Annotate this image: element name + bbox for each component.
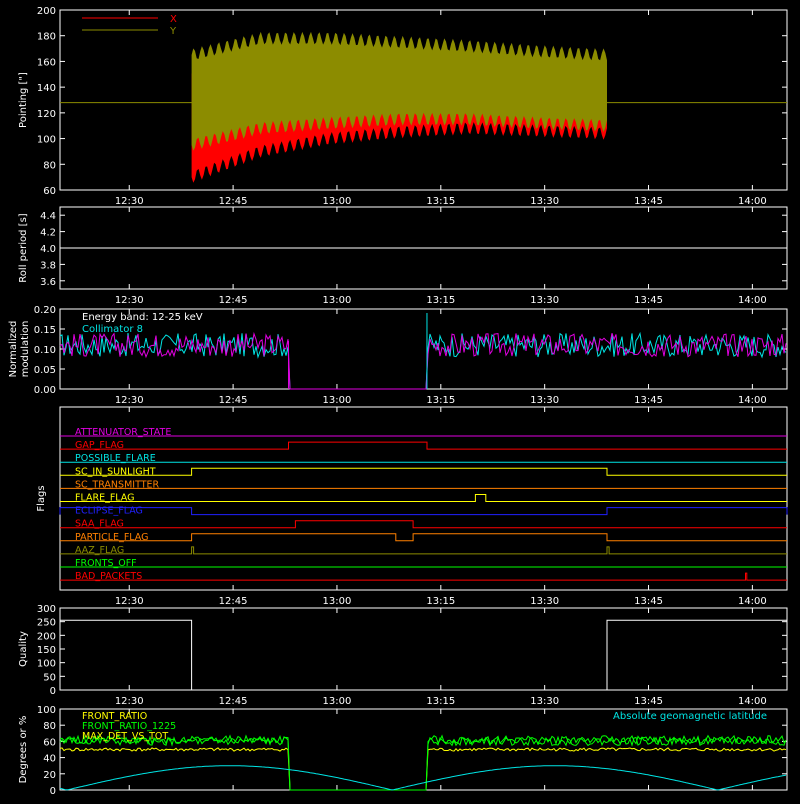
pointing-xtick-label-6: 14:00	[738, 196, 767, 207]
roll-xtick-label-0: 12:30	[115, 295, 144, 306]
pointing-ytick-label-4: 140	[37, 83, 56, 94]
degrees-series-front_ratio_1225	[59, 736, 787, 791]
modulation-ylabel-line2: modulation	[20, 321, 31, 378]
pointing-ytick-label-5: 160	[37, 57, 56, 68]
pointing-ytick-label-3: 120	[37, 109, 56, 120]
roll-ylabel: Roll period [s]	[18, 213, 29, 282]
pointing-xtick-label-2: 13:00	[323, 196, 352, 207]
degrees-ytick-label-5: 100	[37, 705, 56, 716]
flags-xtick-label-0: 12:30	[115, 596, 144, 607]
pointing-xtick-label-1: 12:45	[219, 196, 248, 207]
degrees-series-front_ratio	[59, 734, 787, 791]
modulation-xtick-label-0: 12:30	[115, 395, 144, 406]
modulation-ytick-label-0: 0.00	[34, 385, 56, 396]
flags-flag-line-11	[60, 572, 787, 581]
degrees-legend-2: MAX_DET_VS_TOT	[82, 731, 168, 742]
pointing-ytick-label-0: 60	[43, 186, 56, 197]
quality-ytick-label-0: 0	[50, 686, 56, 697]
pointing-xtick-label-4: 13:30	[530, 196, 559, 207]
flags-xtick-label-1: 12:45	[219, 596, 248, 607]
flags-flag-line-1	[60, 441, 787, 450]
roll-ytick-label-0: 3.6	[40, 277, 56, 288]
pointing-xtick-label-5: 13:45	[634, 196, 663, 207]
pointing-xtick-label-3: 13:15	[426, 196, 455, 207]
quality-ytick-label-6: 300	[37, 604, 56, 615]
degrees-series-max_det_vs_tot	[59, 747, 787, 791]
degrees-annotation: Absolute geomagnetic latitude	[613, 711, 767, 722]
quality-ytick-label-3: 150	[37, 645, 56, 656]
chart-svg: 12:30 12:45 13:00 13:15 13:30 13:45 14:00 60 80 1…	[8, 6, 788, 797]
roll-xtick-label-3: 13:15	[426, 295, 455, 306]
flags-xtick-label-4: 13:30	[530, 596, 559, 607]
flags-flag-line-8	[60, 533, 787, 542]
modulation-ytick-label-3: 0.15	[34, 325, 56, 336]
roll-ytick-label-2: 4.0	[40, 244, 56, 255]
modulation-annotation-1: Collimator 8	[82, 324, 143, 335]
flags-flag-line-6	[59, 507, 788, 516]
quality-series-line	[60, 619, 787, 691]
roll-ytick-label-4: 4.4	[40, 211, 56, 222]
modulation-series-1	[59, 331, 787, 390]
modulation-xtick-label-6: 14:00	[738, 395, 767, 406]
roll-xtick-label-6: 14:00	[738, 295, 767, 306]
degrees-series-latitude	[59, 765, 787, 791]
modulation-xtick-label-1: 12:45	[219, 395, 248, 406]
modulation-xtick-label-3: 13:15	[426, 395, 455, 406]
degrees-ylabel: Degrees or %	[18, 716, 29, 784]
degrees-ytick-label-3: 60	[43, 737, 56, 748]
modulation-ytick-label-1: 0.05	[34, 365, 56, 376]
flags-ylabel: Flags	[36, 485, 47, 511]
flags-xtick-label-3: 13:15	[426, 596, 455, 607]
modulation-ylabel-line1: Normalized	[8, 321, 19, 378]
quality-ylabel: Quality	[18, 631, 29, 667]
quality-xtick-label-3: 13:15	[426, 696, 455, 707]
degrees-ytick-label-2: 40	[43, 754, 56, 765]
degrees-ytick-label-0: 0	[50, 786, 56, 797]
roll-xtick-label-5: 13:45	[634, 295, 663, 306]
pointing-ytick-label-1: 80	[43, 160, 56, 171]
roll-ytick-label-3: 4.2	[40, 228, 56, 239]
flags-xtick-label-5: 13:45	[634, 596, 663, 607]
chart-figure: 12:30 12:45 13:00 13:15 13:30 13:45 14:00 60 80 1…	[0, 0, 800, 800]
modulation-xtick-label-5: 13:45	[634, 395, 663, 406]
quality-ytick-label-4: 200	[37, 631, 56, 642]
degrees-ytick-label-1: 20	[43, 770, 56, 781]
quality-xtick-label-2: 13:00	[323, 696, 352, 707]
modulation-xtick-label-2: 13:00	[323, 395, 352, 406]
roll-xtick-label-2: 13:00	[323, 295, 352, 306]
pointing-ytick-label-6: 180	[37, 32, 56, 43]
degrees-ytick-label-4: 80	[43, 721, 56, 732]
pointing-ylabel: Pointing ["]	[18, 72, 29, 128]
pointing-legend-label-0: X	[170, 14, 177, 25]
pointing-legend-label-1: Y	[169, 26, 177, 37]
roll-xtick-label-4: 13:30	[530, 295, 559, 306]
quality-xtick-label-4: 13:30	[530, 696, 559, 707]
flags-xtick-label-2: 13:00	[323, 596, 352, 607]
flags-flag-line-5	[60, 494, 787, 502]
modulation-xtick-label-4: 13:30	[530, 395, 559, 406]
pointing-xtick-label-0: 12:30	[115, 196, 144, 207]
quality-xtick-label-6: 14:00	[738, 696, 767, 707]
roll-ytick-label-1: 3.8	[40, 260, 56, 271]
roll-xtick-label-1: 12:45	[219, 295, 248, 306]
flags-flag-line-9	[60, 546, 787, 555]
flags-flag-line-3	[60, 467, 787, 476]
quality-ytick-label-1: 50	[43, 672, 56, 683]
modulation-ytick-label-2: 0.10	[34, 345, 56, 356]
quality-xtick-label-5: 13:45	[634, 696, 663, 707]
flags-flag-line-7	[60, 520, 787, 529]
flags-xtick-label-6: 14:00	[738, 596, 767, 607]
quality-xtick-label-1: 12:45	[219, 696, 248, 707]
modulation-series-0	[59, 331, 787, 390]
quality-ytick-label-2: 100	[37, 659, 56, 670]
modulation-annotation-0: Energy band: 12-25 keV	[82, 312, 203, 323]
pointing-ytick-label-7: 200	[37, 6, 56, 17]
modulation-ytick-label-4: 0.20	[34, 305, 56, 316]
pointing-ytick-label-2: 100	[37, 135, 56, 146]
quality-ytick-label-5: 250	[37, 618, 56, 629]
quality-xtick-label-0: 12:30	[115, 696, 144, 707]
